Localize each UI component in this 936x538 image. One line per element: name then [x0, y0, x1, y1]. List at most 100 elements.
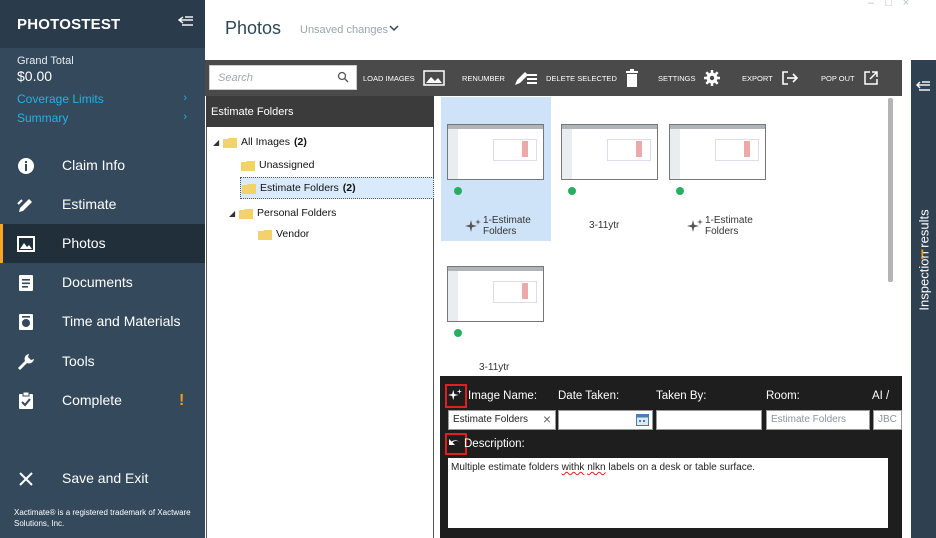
nav-photos[interactable]: Photos [0, 224, 205, 263]
status-dot [676, 187, 684, 195]
nav-documents[interactable]: Documents [0, 263, 205, 302]
trademark-notice: Xactimate® is a registered trademark of … [14, 508, 191, 528]
date-taken-label: Date Taken: [558, 390, 620, 402]
ai-sparkle-icon [687, 219, 703, 232]
gear-icon [703, 70, 720, 86]
save-and-exit-label: Save and Exit [62, 470, 149, 486]
photo-caption: 3-11ytr [589, 220, 620, 231]
load-images-button[interactable]: LOAD IMAGES [363, 60, 445, 96]
nav-tools[interactable]: Tools [0, 342, 205, 381]
nav-claim-info[interactable]: Claim Info [0, 146, 205, 185]
nav-label: Time and Materials [62, 313, 181, 329]
grand-total-label: Grand Total [17, 55, 74, 67]
renumber-icon [514, 72, 537, 85]
nav-label: Estimate [62, 196, 117, 212]
image-name-value: Estimate Folders [453, 414, 529, 425]
coverage-limits-label: Coverage Limits [17, 92, 104, 106]
warning-icon: ! [920, 246, 925, 262]
ai-field[interactable]: JBC [873, 410, 902, 430]
folder-icon [241, 160, 255, 171]
pencil-icon [17, 199, 32, 212]
photo-thumbnail [447, 266, 544, 322]
load-images-label: LOAD IMAGES [363, 73, 415, 83]
nav-estimate[interactable]: Estimate [0, 185, 205, 224]
app-window: PHOTOSTEST Grand Total $0.00 Coverage Li… [0, 0, 936, 538]
folder-tree: ◢ All Images (2) Unassigned Estimate Fold… [206, 127, 434, 538]
taken-by-label: Taken By: [656, 390, 707, 402]
date-taken-field[interactable] [558, 410, 653, 430]
info-icon [18, 158, 34, 174]
tree-node-count: (2) [342, 182, 356, 194]
chevron-down-icon[interactable] [388, 23, 400, 33]
tree-node-unassigned[interactable]: Unassigned [241, 156, 314, 174]
warning-icon: ! [179, 392, 185, 409]
tree-node-all-images[interactable]: ◢ All Images (2) [213, 133, 307, 151]
settings-button[interactable]: SETTINGS [658, 60, 720, 96]
grand-total-value: $0.00 [17, 68, 53, 84]
time-materials-icon [19, 314, 33, 330]
expand-panel-icon[interactable] [915, 80, 931, 94]
nav-complete[interactable]: Complete ! [0, 381, 205, 420]
tree-node-estimate-folders[interactable]: Estimate Folders (2) [240, 177, 434, 199]
expand-triangle-icon[interactable]: ◢ [229, 209, 239, 218]
nav-time-and-materials[interactable]: Time and Materials [0, 302, 205, 341]
photo-thumbnail [561, 124, 658, 180]
status-dot [568, 187, 576, 195]
ai-sparkle-icon [465, 219, 481, 232]
tree-node-personal-folders[interactable]: ◢ Personal Folders [229, 204, 336, 222]
project-name: PHOTOSTEST [17, 16, 121, 33]
description-label: Description: [464, 438, 525, 450]
calendar-icon[interactable] [636, 413, 649, 426]
status-dot [454, 187, 462, 195]
photo-details-panel: Image Name: Date Taken: Taken By: Room: … [440, 376, 902, 538]
unsaved-status: Unsaved changes [300, 24, 389, 36]
nav-label: Photos [62, 235, 106, 251]
photo-tile[interactable]: 1-Estimate Folders [441, 97, 551, 241]
image-icon [422, 70, 445, 86]
tree-node-label: Unassigned [259, 159, 315, 171]
photo-caption: 1-Estimate Folders [705, 215, 753, 237]
tree-node-vendor[interactable]: Vendor [258, 225, 309, 243]
coverage-limits-link[interactable]: Coverage Limits › [17, 92, 187, 106]
folder-icon [242, 183, 256, 194]
export-button[interactable]: EXPORT [742, 60, 799, 96]
nav-label: Tools [62, 353, 95, 369]
photo-caption: 1-Estimate Folders [483, 215, 531, 237]
room-label: Room: [766, 390, 800, 402]
room-field[interactable]: Estimate Folders [766, 410, 870, 430]
photos-toolbar: LOAD IMAGES RENUMBER DELETE SELECTED SET… [205, 60, 902, 96]
photo-tile[interactable]: 3-11ytr [441, 239, 551, 373]
gallery-scrollbar[interactable] [888, 98, 893, 282]
image-name-field[interactable]: Estimate Folders × [448, 410, 556, 430]
save-and-exit-button[interactable]: Save and Exit [0, 459, 205, 498]
search-icon[interactable] [337, 71, 349, 83]
tree-node-label: All Images [241, 136, 291, 148]
wrench-icon [18, 354, 34, 370]
photo-tile[interactable]: 3-11ytr [555, 97, 665, 241]
renumber-button[interactable]: RENUMBER [462, 60, 539, 96]
search-input[interactable] [210, 66, 330, 89]
summary-link[interactable]: Summary › [17, 111, 187, 125]
folder-pane-header: Estimate Folders [206, 96, 434, 127]
trash-icon [625, 69, 638, 87]
renumber-label: RENUMBER [462, 73, 505, 83]
pop-out-button[interactable]: POP OUT [821, 60, 879, 96]
pop-out-icon [863, 71, 878, 85]
export-label: EXPORT [742, 73, 773, 83]
expand-triangle-icon[interactable]: ◢ [213, 138, 223, 147]
export-icon [781, 71, 798, 85]
tree-node-label: Vendor [276, 228, 310, 240]
sidebar: PHOTOSTEST Grand Total $0.00 Coverage Li… [0, 0, 205, 538]
room-value: Estimate Folders [771, 414, 847, 425]
delete-selected-button[interactable]: DELETE SELECTED [546, 60, 639, 96]
window-controls[interactable]: –□× [868, 0, 920, 9]
tree-node-label: Personal Folders [257, 207, 337, 219]
photo-tile[interactable]: 1-Estimate Folders [663, 97, 773, 241]
collapse-sidebar-icon[interactable] [177, 14, 195, 30]
photo-caption: 3-11ytr [479, 362, 510, 373]
taken-by-field[interactable] [656, 410, 762, 430]
description-field[interactable]: Multiple estimate folders withk nlkn lab… [448, 458, 888, 528]
clear-icon[interactable]: × [543, 411, 551, 427]
settings-label: SETTINGS [658, 73, 696, 83]
status-dot [454, 329, 462, 337]
